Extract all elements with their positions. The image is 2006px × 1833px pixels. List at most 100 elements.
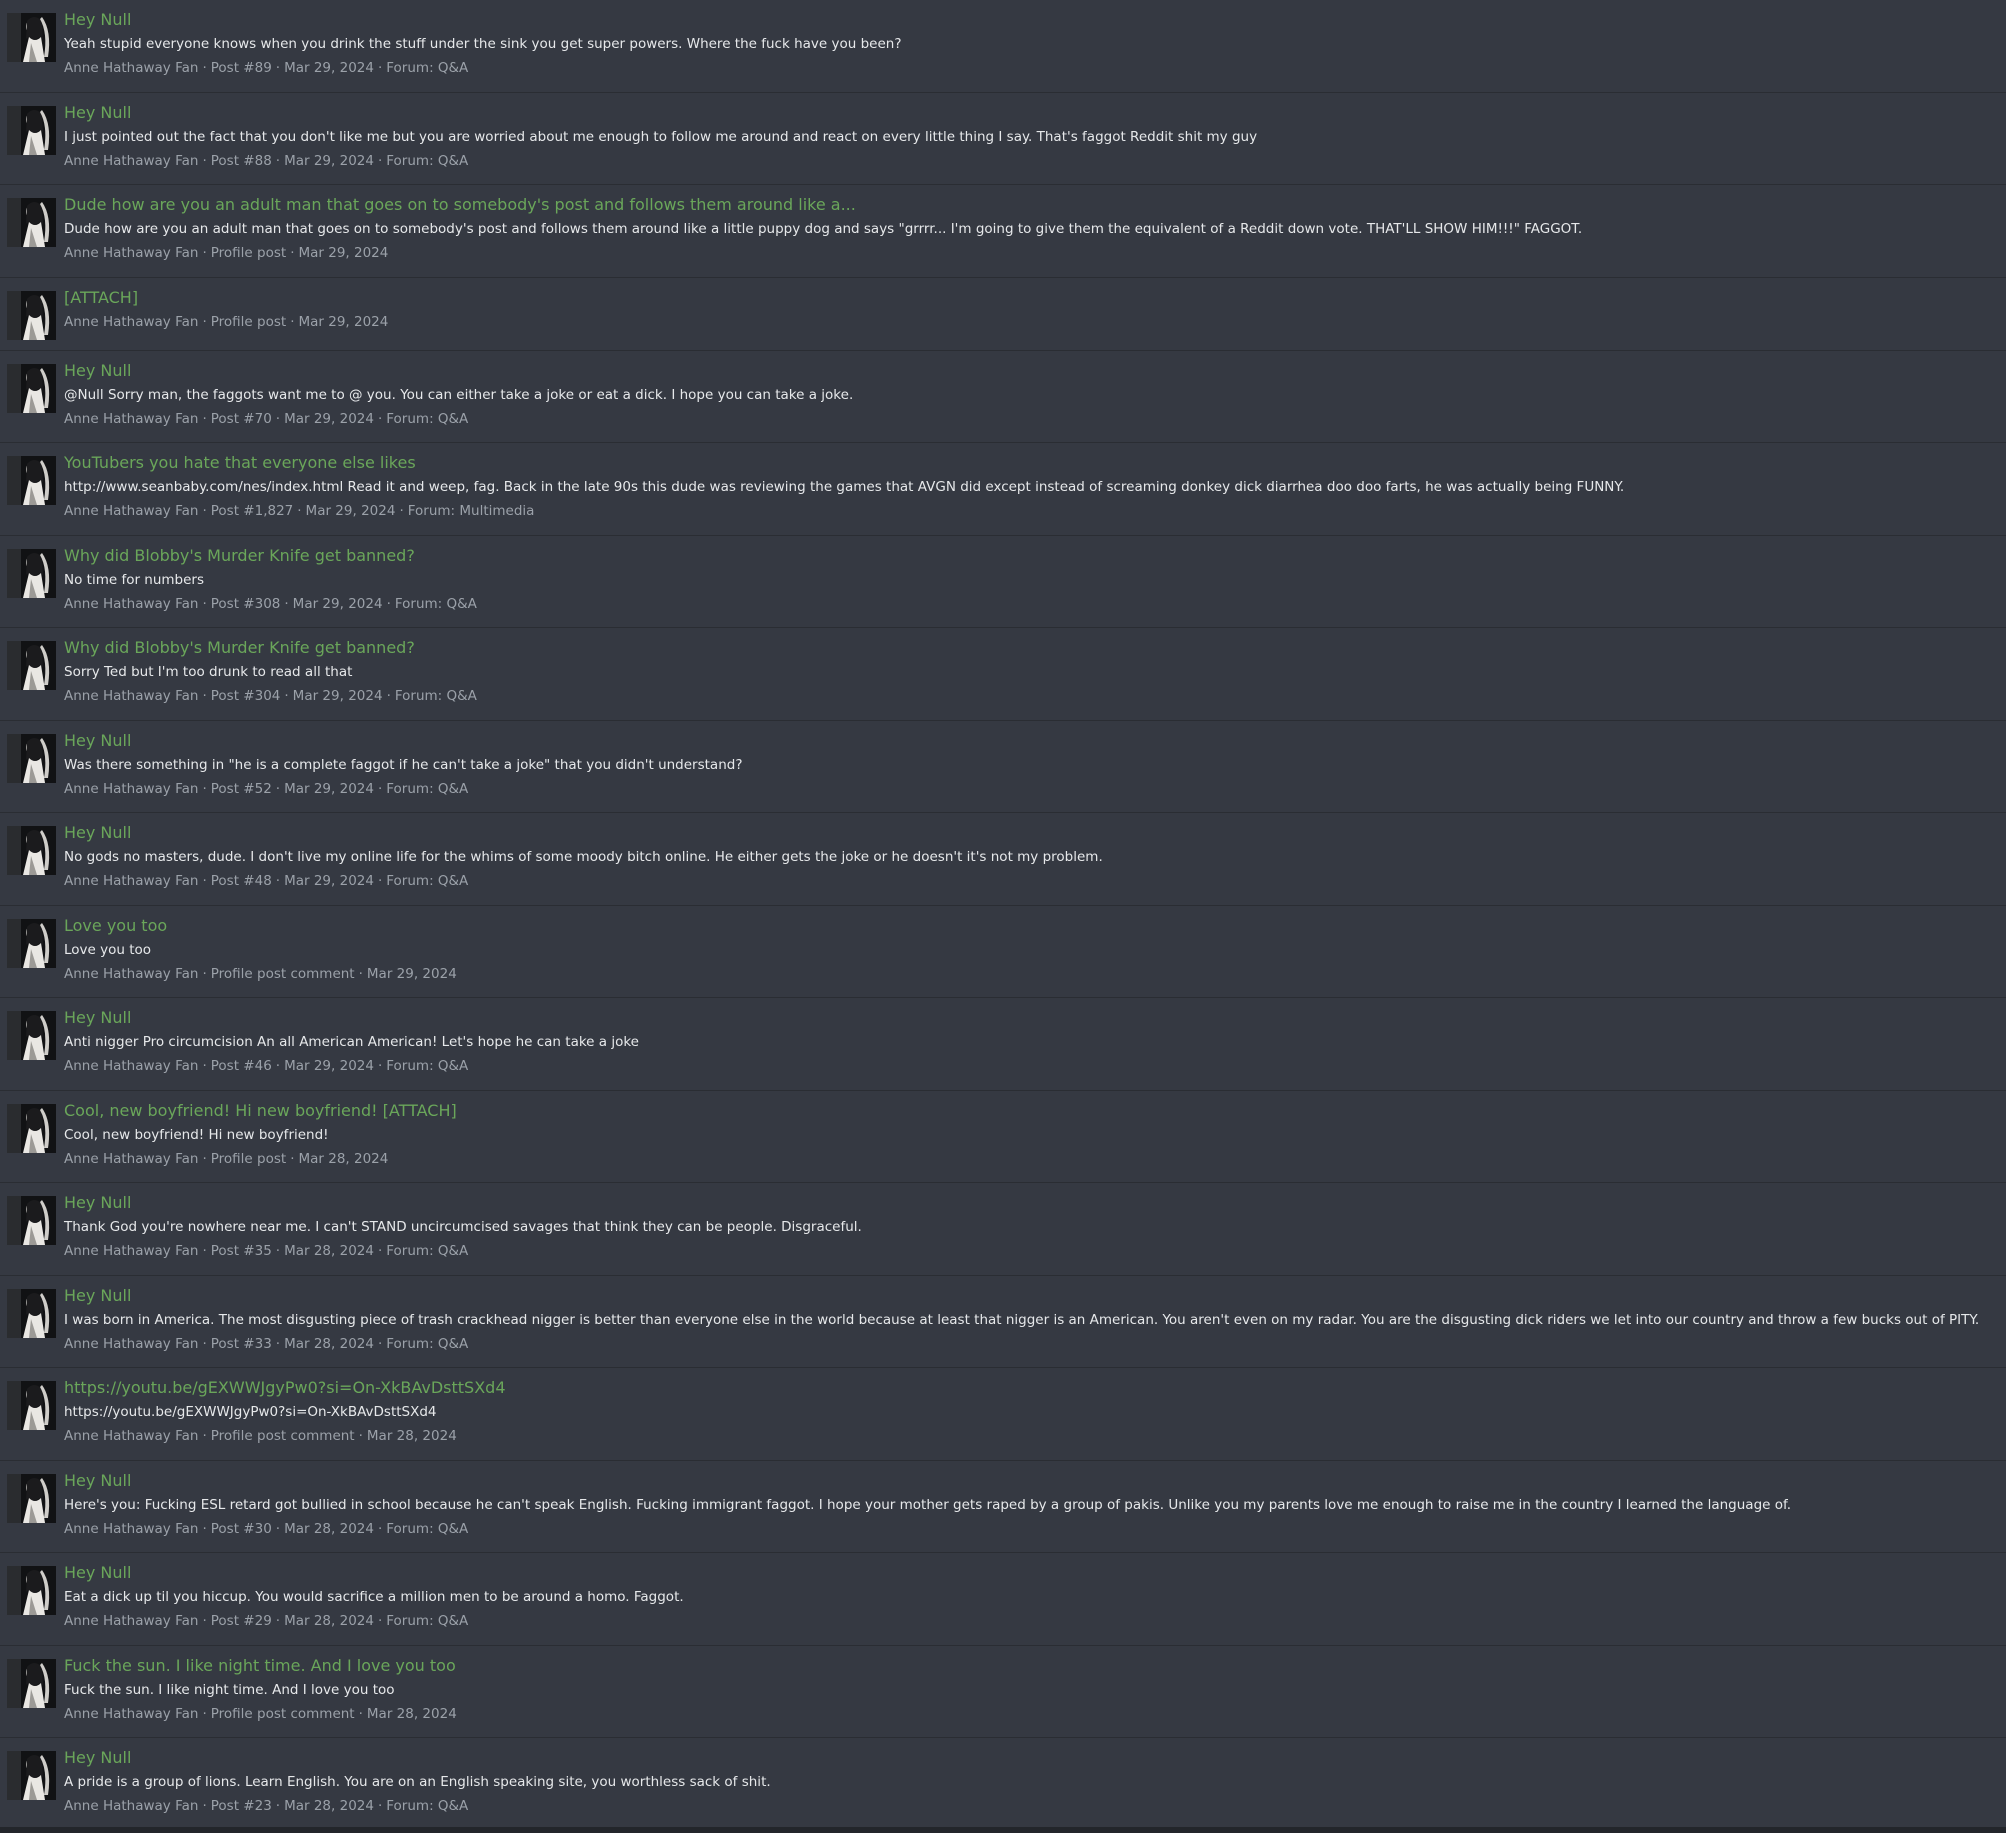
search-result-item: Hey Null Thank God you're nowhere near m… — [0, 1183, 2006, 1276]
forum-link[interactable]: Forum: Q&A — [386, 1058, 468, 1074]
result-title-link[interactable]: Fuck the sun. I like night time. And I l… — [64, 1656, 456, 1675]
forum-link[interactable]: Forum: Q&A — [386, 1336, 468, 1352]
result-meta: Anne Hathaway Fan · Post #35 · Mar 28, 2024 ·… — [64, 1243, 468, 1259]
post-date: Mar 28, 2024 — [284, 1243, 374, 1259]
meta-separator: · — [377, 1520, 383, 1537]
avatar[interactable] — [7, 1196, 56, 1245]
avatar[interactable] — [7, 290, 56, 340]
author-link[interactable]: Anne Hathaway Fan — [64, 1798, 198, 1814]
post-date: Mar 28, 2024 — [284, 1613, 374, 1629]
forum-link[interactable]: Forum: Q&A — [386, 1798, 468, 1814]
result-title-link[interactable]: Hey Null — [64, 823, 131, 842]
forum-link[interactable]: Forum: Q&A — [386, 411, 468, 427]
author-link[interactable]: Anne Hathaway Fan — [64, 1521, 198, 1537]
avatar[interactable] — [7, 548, 56, 598]
meta-separator: · — [275, 1335, 281, 1352]
avatar[interactable] — [7, 1381, 56, 1430]
result-title-link[interactable]: Hey Null — [64, 361, 131, 380]
meta-separator: · — [275, 1798, 281, 1814]
forum-link[interactable]: Forum: Q&A — [386, 781, 468, 797]
avatar[interactable] — [7, 1288, 56, 1338]
content-type: Profile post — [210, 245, 287, 261]
avatar[interactable] — [7, 826, 56, 875]
author-link[interactable]: Anne Hathaway Fan — [64, 688, 198, 704]
forum-link[interactable]: Forum: Q&A — [386, 60, 468, 76]
avatar[interactable] — [7, 733, 56, 783]
avatar[interactable] — [7, 918, 56, 968]
avatar[interactable] — [7, 198, 56, 247]
author-link[interactable]: Anne Hathaway Fan — [64, 1613, 198, 1629]
result-meta: Anne Hathaway Fan · Post #308 · Mar 29, 2024… — [64, 596, 477, 612]
author-link[interactable]: Anne Hathaway Fan — [64, 1336, 198, 1352]
avatar-image — [7, 918, 56, 968]
result-title-link[interactable]: Hey Null — [64, 1193, 131, 1212]
result-meta: Anne Hathaway Fan · Profile post comment · M… — [64, 966, 457, 982]
avatar[interactable] — [7, 641, 56, 690]
author-link[interactable]: Anne Hathaway Fan — [64, 314, 198, 330]
avatar[interactable] — [7, 1751, 56, 1800]
result-title-link[interactable]: Hey Null — [64, 1471, 131, 1490]
avatar[interactable] — [7, 13, 56, 62]
avatar-image — [7, 105, 56, 155]
meta-separator: · — [377, 873, 383, 889]
forum-link[interactable]: Forum: Q&A — [395, 596, 477, 612]
result-title-link[interactable]: Hey Null — [64, 1286, 131, 1305]
result-title-link[interactable]: Why did Blobby's Murder Knife get banned… — [64, 546, 415, 565]
result-title-link[interactable]: Hey Null — [64, 103, 131, 122]
result-title-link[interactable]: Hey Null — [64, 1563, 131, 1582]
result-meta: Anne Hathaway Fan · Post #29 · Mar 28, 2024 ·… — [64, 1613, 468, 1629]
avatar[interactable] — [7, 363, 56, 413]
forum-link[interactable]: Forum: Multimedia — [408, 503, 535, 519]
forum-link[interactable]: Forum: Q&A — [386, 1243, 468, 1259]
avatar[interactable] — [7, 105, 56, 155]
forum-link[interactable]: Forum: Q&A — [386, 1521, 468, 1537]
result-title-link[interactable]: YouTubers you hate that everyone else li… — [64, 453, 416, 472]
result-title-link[interactable]: Why did Blobby's Murder Knife get banned… — [64, 638, 415, 657]
avatar[interactable] — [7, 1473, 56, 1523]
result-snippet: Anti nigger Pro circumcision An all Amer… — [64, 1034, 639, 1050]
avatar[interactable] — [7, 456, 56, 505]
forum-link[interactable]: Forum: Q&A — [386, 1613, 468, 1629]
meta-separator: · — [386, 688, 391, 704]
forum-link[interactable]: Forum: Q&A — [386, 153, 468, 169]
forum-link[interactable]: Forum: Q&A — [386, 873, 468, 889]
author-link[interactable]: Anne Hathaway Fan — [64, 245, 198, 261]
author-link[interactable]: Anne Hathaway Fan — [64, 596, 198, 612]
author-link[interactable]: Anne Hathaway Fan — [64, 411, 198, 427]
author-link[interactable]: Anne Hathaway Fan — [64, 1428, 198, 1444]
result-title-link[interactable]: Hey Null — [64, 1008, 131, 1027]
avatar[interactable] — [7, 1566, 56, 1615]
result-title-link[interactable]: Dude how are you an adult man that goes … — [64, 195, 856, 214]
result-snippet: Thank God you're nowhere near me. I can'… — [64, 1219, 862, 1235]
meta-separator: · — [377, 1335, 383, 1352]
post-date: Mar 29, 2024 — [366, 965, 457, 982]
result-title-link[interactable]: Hey Null — [64, 10, 131, 29]
author-link[interactable]: Anne Hathaway Fan — [64, 1151, 198, 1167]
author-link[interactable]: Anne Hathaway Fan — [64, 60, 198, 76]
result-title-link[interactable]: [ATTACH] — [64, 288, 138, 307]
meta-separator: · — [358, 1705, 363, 1722]
author-link[interactable]: Anne Hathaway Fan — [64, 503, 198, 519]
meta-separator: · — [202, 1243, 207, 1259]
author-link[interactable]: Anne Hathaway Fan — [64, 1706, 198, 1722]
author-link[interactable]: Anne Hathaway Fan — [64, 1243, 198, 1259]
avatar[interactable] — [7, 1011, 56, 1060]
meta-separator: · — [358, 1428, 363, 1444]
result-snippet: I just pointed out the fact that you don… — [64, 128, 1258, 145]
result-title-link[interactable]: Cool, new boyfriend! Hi new boyfriend! [… — [64, 1101, 457, 1120]
content-type: Post #89 — [210, 60, 272, 76]
avatar[interactable] — [7, 1103, 56, 1153]
result-title-link[interactable]: Hey Null — [64, 1748, 131, 1767]
content-type: Post #308 — [210, 595, 281, 612]
result-title-link[interactable]: https://youtu.be/gEXWWJgyPw0?si=On-XkBAv… — [64, 1378, 506, 1397]
avatar[interactable] — [7, 1658, 56, 1708]
content-type: Post #52 — [210, 780, 272, 797]
author-link[interactable]: Anne Hathaway Fan — [64, 873, 198, 889]
author-link[interactable]: Anne Hathaway Fan — [64, 781, 198, 797]
result-title-link[interactable]: Hey Null — [64, 731, 131, 750]
author-link[interactable]: Anne Hathaway Fan — [64, 153, 198, 169]
forum-link[interactable]: Forum: Q&A — [395, 688, 477, 704]
result-title-link[interactable]: Love you too — [64, 916, 167, 935]
author-link[interactable]: Anne Hathaway Fan — [64, 966, 198, 982]
author-link[interactable]: Anne Hathaway Fan — [64, 1058, 198, 1074]
